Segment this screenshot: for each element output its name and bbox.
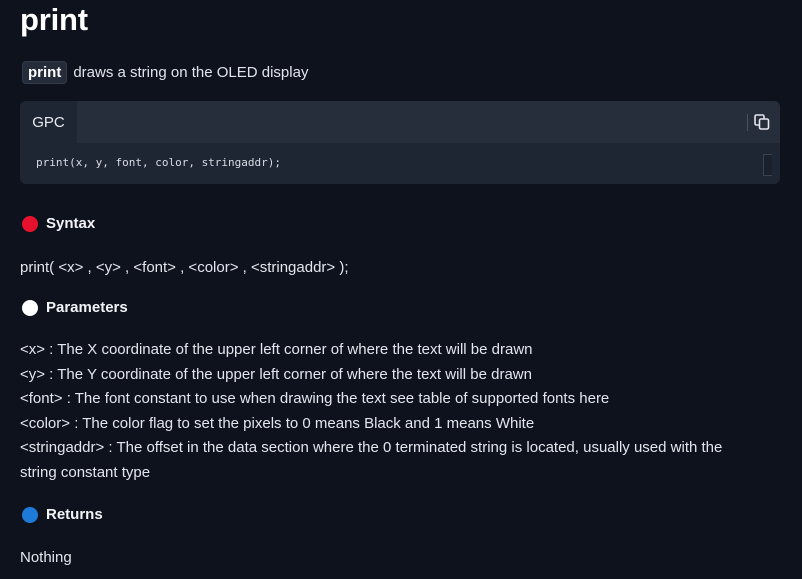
code-scrollbar[interactable] xyxy=(763,154,772,176)
syntax-body: print( <x> , <y> , <font> , <color> , <s… xyxy=(20,259,349,276)
white-circle-icon xyxy=(22,299,38,316)
intro-line: print draws a string on the OLED display xyxy=(22,58,308,86)
copy-separator xyxy=(747,114,748,131)
returns-body: Nothing xyxy=(20,549,72,566)
parameters-heading: Parameters xyxy=(22,299,128,316)
inline-code-keyword: print xyxy=(22,60,68,84)
page-title: print xyxy=(20,2,88,37)
intro-description: draws a string on the OLED display xyxy=(73,63,309,81)
doc-page: print print draws a string on the OLED d… xyxy=(0,0,802,579)
param-row: <color> : The color flag to set the pixe… xyxy=(20,414,535,432)
parameters-list: <x> : The X coordinate of the upper left… xyxy=(20,338,722,485)
code-block: GPC print(x, y, font, color, stringaddr)… xyxy=(20,101,780,184)
red-circle-icon xyxy=(22,215,38,232)
blue-circle-icon xyxy=(22,506,38,523)
param-row: <x> : The X coordinate of the upper left… xyxy=(20,341,533,358)
syntax-heading-label: Syntax xyxy=(46,215,96,232)
returns-heading-label: Returns xyxy=(46,506,103,523)
param-row: <stringaddr> : The offset in the data se… xyxy=(20,439,723,456)
param-row: <y> : The Y coordinate of the upper left… xyxy=(20,365,532,383)
parameters-heading-label: Parameters xyxy=(46,299,128,316)
param-row: string constant type xyxy=(20,463,151,481)
code-block-header: GPC xyxy=(20,101,780,143)
tab-gpc[interactable]: GPC xyxy=(20,101,77,143)
syntax-heading: Syntax xyxy=(22,215,95,232)
param-row: <font> : The font constant to use when d… xyxy=(20,390,610,407)
code-line: print(x, y, font, color, stringaddr); xyxy=(36,156,282,169)
copy-icon[interactable] xyxy=(752,112,772,132)
returns-heading: Returns xyxy=(22,506,103,523)
